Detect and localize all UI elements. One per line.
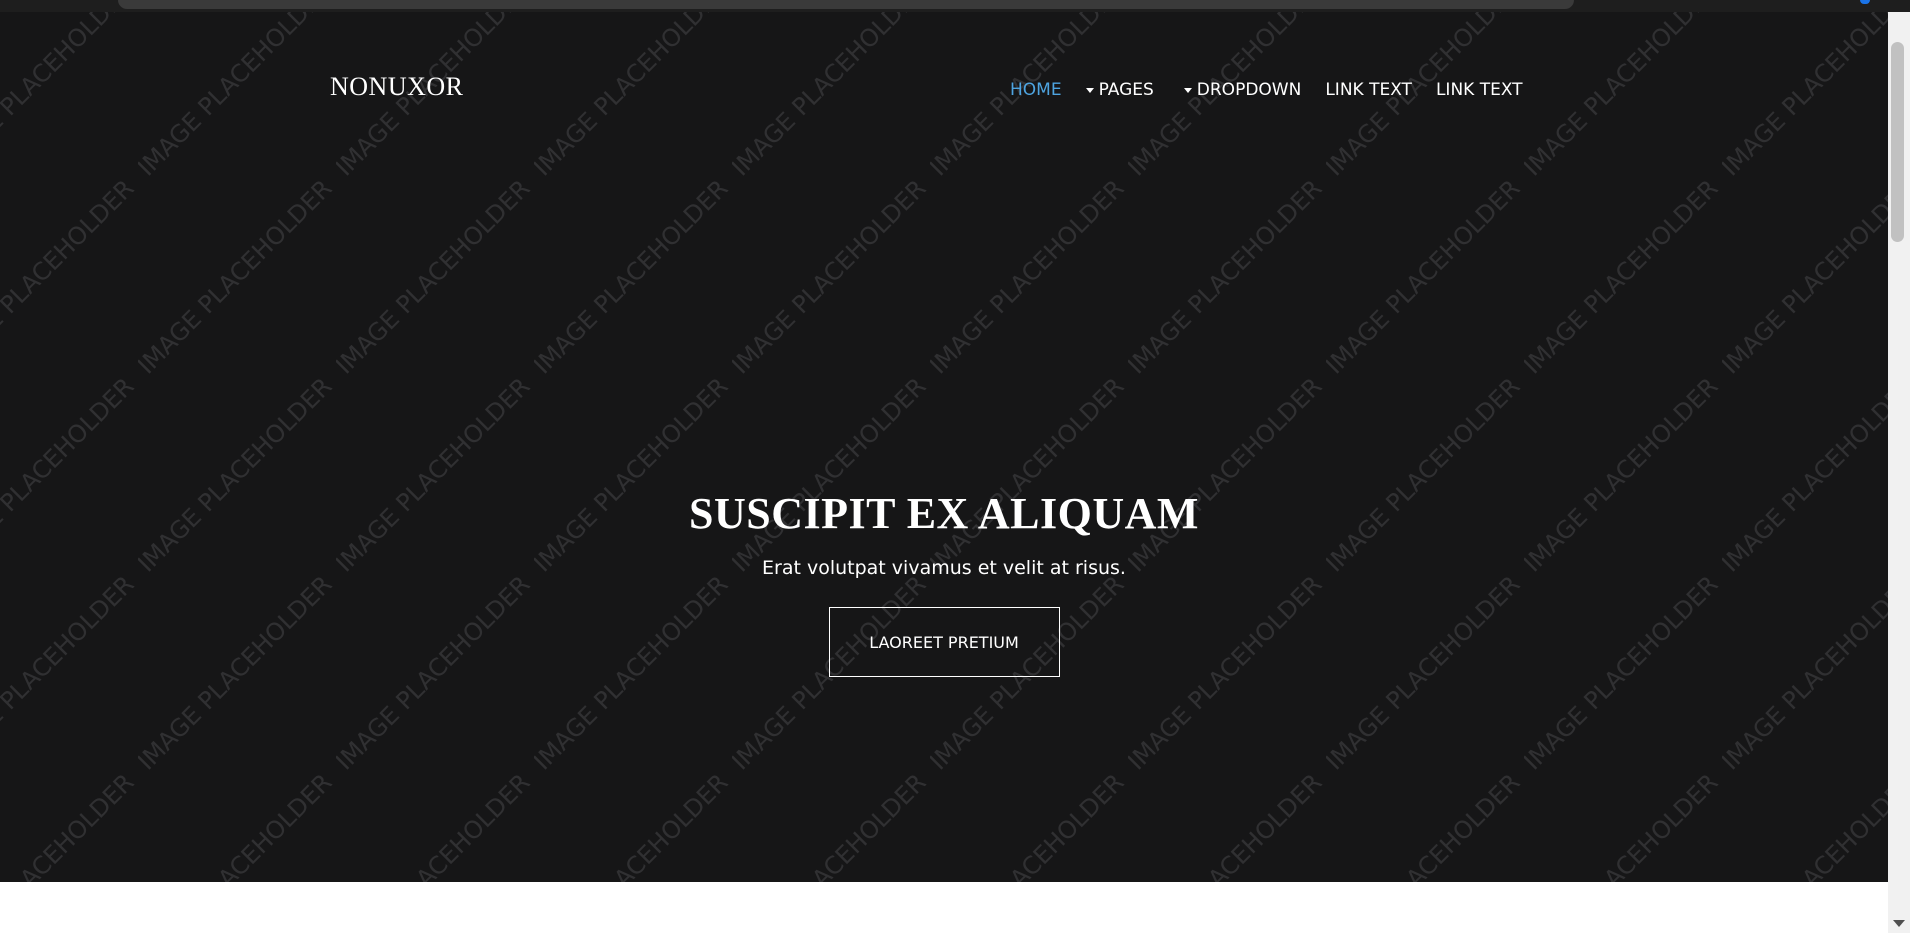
browser-indicator — [1860, 0, 1870, 4]
nav-home[interactable]: HOME — [1010, 80, 1062, 100]
nav-link-text-2[interactable]: LINK TEXT — [1436, 80, 1523, 100]
caret-down-icon — [1183, 87, 1192, 93]
nav-pages[interactable]: PAGES — [1085, 80, 1154, 100]
hero-title: SUSCIPIT EX ALIQUAM — [689, 489, 1199, 538]
main-navigation: HOME PAGES DROPDOWN LINK TEXT LINK TEXT — [1010, 78, 1547, 102]
browser-top-strip — [0, 0, 1910, 12]
nav-pages-label: PAGES — [1098, 80, 1154, 100]
hero-section: NONUXOR HOME PAGES DROPDOWN LINK TEXT LI… — [0, 12, 1888, 882]
arrow-down-icon[interactable] — [1893, 920, 1905, 927]
nav-dropdown[interactable]: DROPDOWN — [1183, 80, 1302, 100]
nav-link-text-1[interactable]: LINK TEXT — [1325, 80, 1412, 100]
site-logo[interactable]: NONUXOR — [330, 72, 464, 102]
page-scrollbar[interactable] — [1888, 12, 1910, 933]
hero-content: SUSCIPIT EX ALIQUAM Erat volutpat vivamu… — [0, 489, 1888, 678]
nav-dropdown-label: DROPDOWN — [1196, 80, 1302, 100]
hero-cta-button[interactable]: LAOREET PRETIUM — [828, 607, 1060, 678]
caret-down-icon — [1085, 87, 1094, 93]
browser-address-bar-edge — [118, 0, 1574, 9]
hero-subtitle: Erat volutpat vivamus et velit at risus. — [762, 557, 1126, 580]
scrollbar-thumb[interactable] — [1891, 42, 1904, 242]
